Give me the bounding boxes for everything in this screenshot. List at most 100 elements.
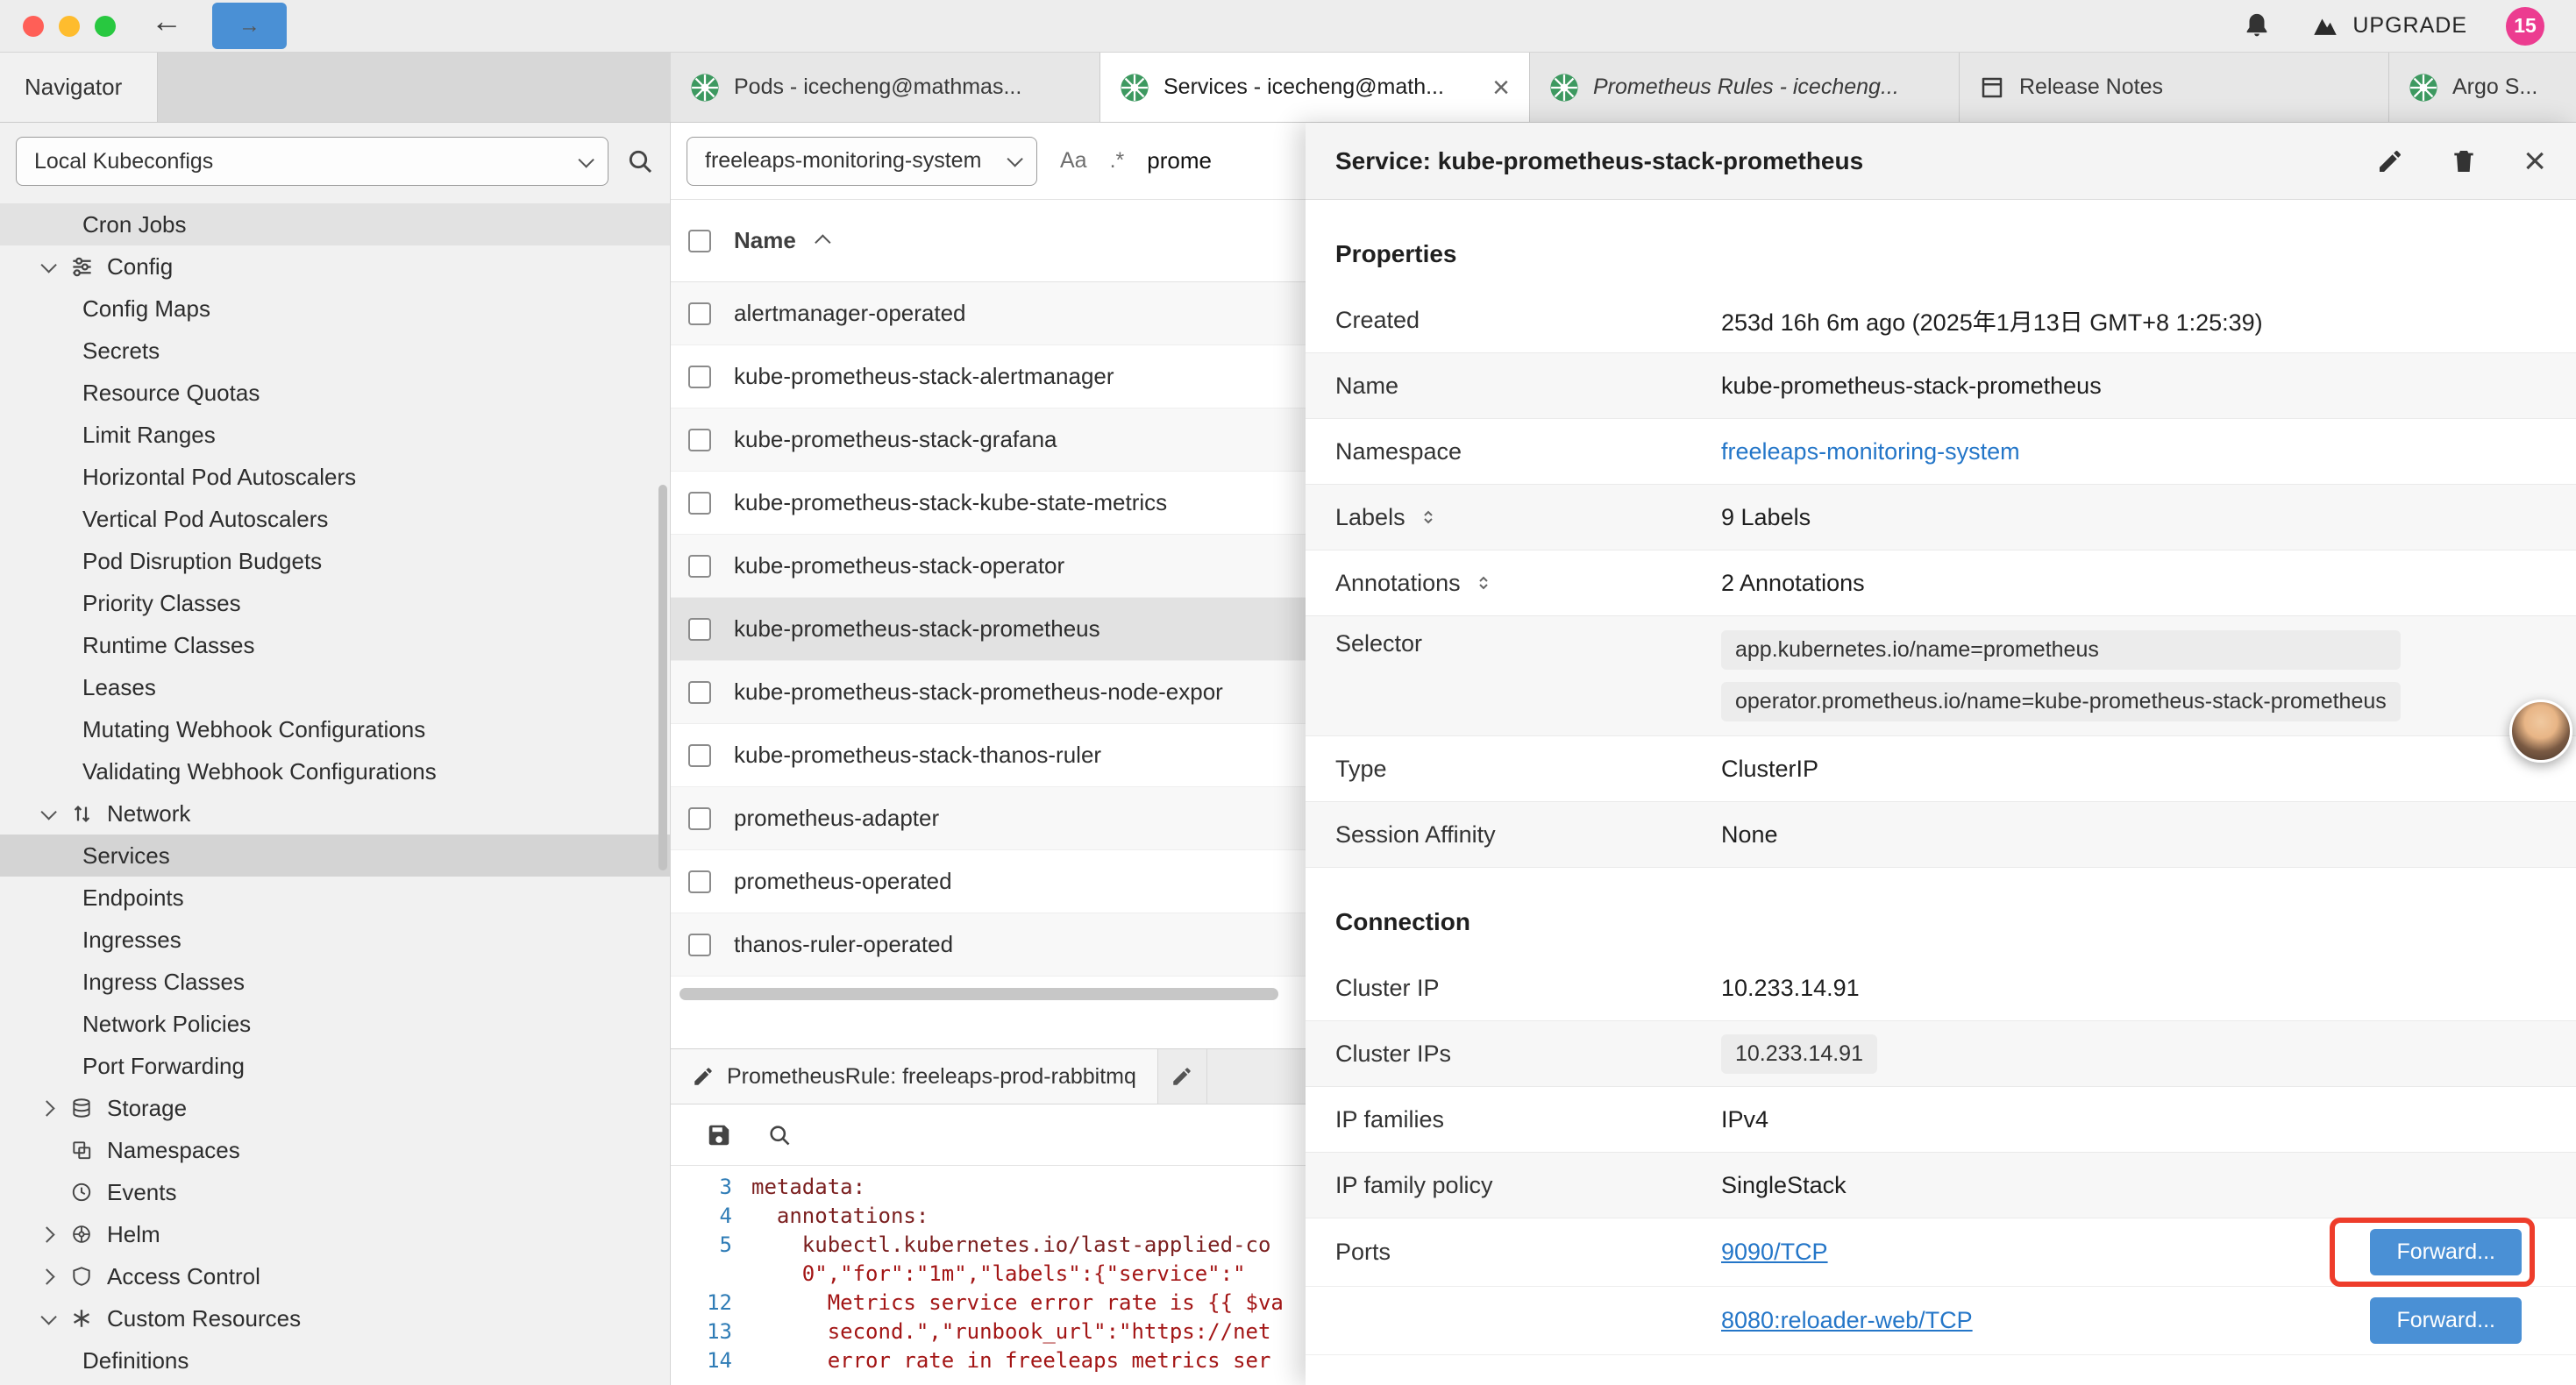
dock-toolbar bbox=[671, 1104, 1306, 1166]
namespace-select[interactable]: freeleaps-monitoring-system bbox=[687, 137, 1037, 186]
detail-row-ip-family-policy: IP family policy SingleStack bbox=[1306, 1153, 2576, 1218]
sidebar-item-vertical-pod-autoscalers[interactable]: Vertical Pod Autoscalers bbox=[0, 498, 670, 540]
sidebar-item-events[interactable]: Events bbox=[0, 1171, 670, 1213]
sidebar-item-access-control[interactable]: Access Control bbox=[0, 1255, 670, 1297]
table-row-selected[interactable]: kube-prometheus-stack-prometheus bbox=[671, 598, 1306, 661]
yaml-editor[interactable]: 3 4 5 12 13 14 metadata: annotations: ku… bbox=[671, 1166, 1306, 1385]
table-row[interactable]: kube-prometheus-stack-grafana bbox=[671, 408, 1306, 472]
row-checkbox[interactable] bbox=[688, 492, 711, 515]
sidebar-item-horizontal-pod-autoscalers[interactable]: Horizontal Pod Autoscalers bbox=[0, 456, 670, 498]
sidebar-item-definitions[interactable]: Definitions bbox=[0, 1339, 670, 1381]
editor-code[interactable]: metadata: annotations: kubectl.kubernete… bbox=[751, 1173, 1306, 1385]
table-row[interactable]: alertmanager-operated bbox=[671, 282, 1306, 345]
maximize-window-button[interactable] bbox=[95, 16, 116, 37]
table-row[interactable]: prometheus-operated bbox=[671, 850, 1306, 913]
row-checkbox[interactable] bbox=[688, 618, 711, 641]
trash-icon[interactable] bbox=[2450, 147, 2478, 175]
sidebar-item-network-policies[interactable]: Network Policies bbox=[0, 1003, 670, 1045]
sidebar-item-mutating-webhook-configurations[interactable]: Mutating Webhook Configurations bbox=[0, 708, 670, 750]
search-query-text[interactable]: prome bbox=[1147, 147, 1212, 174]
row-checkbox[interactable] bbox=[688, 934, 711, 956]
table-row[interactable]: thanos-ruler-operated bbox=[671, 913, 1306, 977]
cluster-ip-badge: 10.233.14.91 bbox=[1721, 1034, 1877, 1074]
expand-sort-icon[interactable] bbox=[1418, 507, 1439, 528]
kubeconfig-select[interactable]: Local Kubeconfigs bbox=[16, 137, 608, 186]
sidebar-item-namespaces[interactable]: Namespaces bbox=[0, 1129, 670, 1171]
forward-button[interactable]: Forward... bbox=[2370, 1297, 2522, 1344]
match-case-toggle[interactable]: Aa bbox=[1060, 148, 1087, 174]
editor-search-icon[interactable] bbox=[767, 1123, 792, 1147]
port-link[interactable]: 9090/TCP bbox=[1721, 1239, 1828, 1266]
sidebar-scrollbar[interactable] bbox=[658, 485, 667, 870]
table-row[interactable]: kube-prometheus-stack-kube-state-metrics bbox=[671, 472, 1306, 535]
table-row[interactable]: prometheus-adapter bbox=[671, 787, 1306, 850]
row-checkbox[interactable] bbox=[688, 429, 711, 451]
sidebar-item-runtime-classes[interactable]: Runtime Classes bbox=[0, 624, 670, 666]
tab-prometheus-rules[interactable]: Prometheus Rules - icecheng... bbox=[1530, 53, 1960, 122]
tab-services[interactable]: Services - icecheng@math... × bbox=[1100, 53, 1530, 122]
sidebar-item-storage[interactable]: Storage bbox=[0, 1087, 670, 1129]
sidebar-item-config[interactable]: Config bbox=[0, 245, 670, 288]
detail-row-annotations: Annotations 2 Annotations bbox=[1306, 550, 2576, 616]
table-row[interactable]: kube-prometheus-stack-prometheus-node-ex… bbox=[671, 661, 1306, 724]
notification-bell-icon[interactable] bbox=[2242, 11, 2272, 41]
sidebar-item-cron-jobs[interactable]: Cron Jobs bbox=[0, 203, 670, 245]
row-checkbox[interactable] bbox=[688, 366, 711, 388]
select-all-checkbox[interactable] bbox=[688, 230, 711, 252]
tab-release-notes[interactable]: Release Notes bbox=[1960, 53, 2389, 122]
notification-count-badge[interactable]: 15 bbox=[2506, 7, 2544, 46]
close-tab-icon[interactable]: × bbox=[1492, 73, 1510, 103]
user-avatar[interactable] bbox=[2509, 700, 2572, 763]
tab-argo[interactable]: Argo S... bbox=[2389, 53, 2576, 122]
dock-tab-partial[interactable] bbox=[1158, 1049, 1207, 1104]
row-checkbox[interactable] bbox=[688, 807, 711, 830]
sidebar-item-limit-ranges[interactable]: Limit Ranges bbox=[0, 414, 670, 456]
name-column-header[interactable]: Name bbox=[734, 227, 796, 254]
table-row[interactable]: kube-prometheus-stack-thanos-ruler bbox=[671, 724, 1306, 787]
close-icon[interactable]: × bbox=[2523, 142, 2546, 181]
sidebar-search-icon[interactable] bbox=[626, 147, 654, 175]
namespace-link[interactable]: freeleaps-monitoring-system bbox=[1721, 438, 2020, 465]
sidebar-item-custom-resources[interactable]: Custom Resources bbox=[0, 1297, 670, 1339]
table-row[interactable]: kube-prometheus-stack-alertmanager bbox=[671, 345, 1306, 408]
sidebar-item-config-maps[interactable]: Config Maps bbox=[0, 288, 670, 330]
upgrade-label: UPGRADE bbox=[2352, 13, 2467, 39]
upgrade-button[interactable]: UPGRADE bbox=[2310, 11, 2467, 41]
sidebar-item-helm[interactable]: Helm bbox=[0, 1213, 670, 1255]
tab-pods[interactable]: Pods - icecheng@mathmas... bbox=[671, 53, 1100, 122]
regex-toggle[interactable]: .* bbox=[1110, 148, 1125, 174]
row-checkbox[interactable] bbox=[688, 744, 711, 767]
sidebar-item-resource-quotas[interactable]: Resource Quotas bbox=[0, 372, 670, 414]
sidebar-item-endpoints[interactable]: Endpoints bbox=[0, 877, 670, 919]
sidebar-item-validating-webhook-configurations[interactable]: Validating Webhook Configurations bbox=[0, 750, 670, 792]
forward-button[interactable]: Forward... bbox=[2370, 1229, 2522, 1275]
save-icon[interactable] bbox=[706, 1122, 732, 1148]
sidebar-item-ingress-classes[interactable]: Ingress Classes bbox=[0, 961, 670, 1003]
row-checkbox[interactable] bbox=[688, 302, 711, 325]
sidebar-item-priority-classes[interactable]: Priority Classes bbox=[0, 582, 670, 624]
close-window-button[interactable] bbox=[23, 16, 44, 37]
navigator-panel-tab[interactable]: Navigator bbox=[0, 53, 158, 122]
port-link[interactable]: 8080:reloader-web/TCP bbox=[1721, 1307, 1973, 1334]
sort-ascending-icon[interactable] bbox=[815, 234, 830, 250]
sidebar-item-leases[interactable]: Leases bbox=[0, 666, 670, 708]
edit-pencil-icon[interactable] bbox=[2376, 147, 2404, 175]
sidebar-item-port-forwarding[interactable]: Port Forwarding bbox=[0, 1045, 670, 1087]
sidebar-item-network[interactable]: Network bbox=[0, 792, 670, 835]
back-icon[interactable]: ← bbox=[151, 3, 182, 49]
horizontal-scrollbar-thumb[interactable] bbox=[680, 988, 1278, 1000]
row-checkbox[interactable] bbox=[688, 681, 711, 704]
table-row[interactable]: kube-prometheus-stack-operator bbox=[671, 535, 1306, 598]
dock-tab-prometheusrule[interactable]: PrometheusRule: freeleaps-prod-rabbitmq bbox=[671, 1049, 1158, 1104]
row-checkbox[interactable] bbox=[688, 555, 711, 578]
forward-icon[interactable]: → bbox=[212, 3, 287, 49]
row-checkbox[interactable] bbox=[688, 870, 711, 893]
selector-badge: app.kubernetes.io/name=prometheus bbox=[1721, 630, 2401, 670]
sidebar-item-secrets[interactable]: Secrets bbox=[0, 330, 670, 372]
sidebar-item-pod-disruption-budgets[interactable]: Pod Disruption Budgets bbox=[0, 540, 670, 582]
minimize-window-button[interactable] bbox=[59, 16, 80, 37]
sidebar-item-services[interactable]: Services bbox=[0, 835, 670, 877]
expand-sort-icon[interactable] bbox=[1473, 572, 1494, 593]
sidebar-item-ingresses[interactable]: Ingresses bbox=[0, 919, 670, 961]
port-line: Ports 9090/TCP Forward... bbox=[1306, 1218, 2576, 1287]
